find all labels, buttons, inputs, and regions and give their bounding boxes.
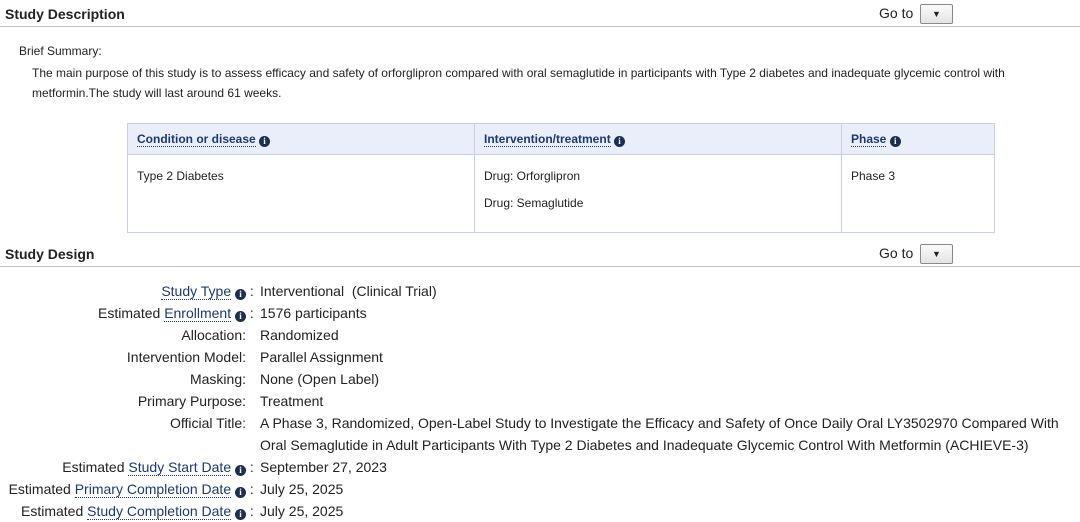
row-label: Estimated Primary Completion Date i	[0, 478, 246, 500]
conditions-table: Condition or disease i Intervention/trea…	[127, 123, 995, 233]
row-label: Masking:	[189, 371, 246, 387]
study-design-list: Study Type i : Interventional (Clinical …	[0, 280, 1080, 522]
row-value: July 25, 2025	[260, 481, 344, 497]
primary-completion-date-link[interactable]: Primary Completion Date	[74, 481, 232, 498]
design-row-official-title: Official Title: A Phase 3, Randomized, O…	[0, 412, 1080, 456]
study-start-date-link[interactable]: Study Start Date	[128, 459, 232, 476]
goto-label: Go to	[879, 5, 914, 21]
column-header-label[interactable]: Intervention/treatment	[484, 131, 611, 147]
row-value: Parallel Assignment	[260, 349, 383, 365]
study-type-link[interactable]: Study Type	[161, 283, 232, 300]
info-icon[interactable]: i	[235, 509, 246, 520]
table-row: Type 2 Diabetes Drug: Orforglipron Drug:…	[127, 154, 995, 233]
design-row-study-completion: Estimated Study Completion Date i : July…	[0, 500, 1080, 522]
row-value: Randomized	[260, 327, 339, 343]
info-icon[interactable]: i	[889, 135, 901, 147]
label-prefix: Estimated	[98, 305, 165, 321]
column-header-label[interactable]: Phase	[851, 131, 887, 147]
goto-dropdown-button[interactable]: ▼	[920, 244, 953, 264]
column-header-phase[interactable]: Phase i	[841, 123, 995, 155]
study-completion-date-link[interactable]: Study Completion Date	[87, 503, 232, 520]
row-value: A Phase 3, Randomized, Open-Label Study …	[260, 415, 1059, 453]
label-prefix: Estimated	[8, 481, 75, 497]
row-label: Primary Purpose:	[137, 393, 246, 409]
column-header-intervention[interactable]: Intervention/treatment i	[474, 123, 842, 155]
condition-cell: Type 2 Diabetes	[127, 154, 475, 233]
row-value: None (Open Label)	[260, 371, 380, 387]
design-row-masking: Masking: None (Open Label)	[0, 368, 1080, 390]
phase-cell: Phase 3	[841, 154, 995, 233]
design-row-primary-purpose: Primary Purpose: Treatment	[0, 390, 1080, 412]
label-prefix: Estimated	[21, 503, 88, 519]
section-title: Study Design	[5, 246, 95, 262]
info-icon[interactable]: i	[235, 289, 246, 300]
design-row-intervention-model: Intervention Model: Parallel Assignment	[0, 346, 1080, 368]
info-icon[interactable]: i	[235, 465, 246, 476]
info-icon[interactable]: i	[235, 311, 246, 322]
row-label: Estimated Study Completion Date i	[0, 500, 246, 522]
row-label: Intervention Model:	[126, 349, 246, 365]
intervention-value: Drug: Semaglutide	[484, 196, 584, 210]
info-icon[interactable]: i	[235, 487, 246, 498]
study-design-header: Study Design Go to ▼	[0, 240, 1080, 267]
row-label: Estimated Study Start Date i	[0, 456, 246, 478]
row-value: Interventional (Clinical Trial)	[260, 283, 437, 299]
intervention-cell: Drug: Orforglipron Drug: Semaglutide	[474, 154, 842, 233]
row-value: July 25, 2025	[260, 503, 344, 519]
brief-summary-label: Brief Summary:	[19, 44, 102, 58]
goto-dropdown-button[interactable]: ▼	[920, 4, 953, 24]
row-label: Official Title:	[170, 415, 246, 431]
phase-value: Phase 3	[851, 169, 896, 183]
info-icon[interactable]: i	[259, 135, 271, 147]
table-header-row: Condition or disease i Intervention/trea…	[127, 123, 995, 155]
study-description-header: Study Description Go to ▼	[0, 0, 1080, 27]
goto-label: Go to	[879, 245, 914, 261]
intervention-value: Drug: Orforglipron	[484, 169, 581, 183]
design-row-start-date: Estimated Study Start Date i : September…	[0, 456, 1080, 478]
design-row-primary-completion: Estimated Primary Completion Date i : Ju…	[0, 478, 1080, 500]
row-label: Allocation:	[181, 327, 246, 343]
design-row-study-type: Study Type i : Interventional (Clinical …	[0, 280, 1080, 302]
row-label: Study Type i	[0, 280, 246, 302]
enrollment-link[interactable]: Enrollment	[164, 305, 232, 322]
row-value: Treatment	[260, 393, 324, 409]
brief-summary-text: The main purpose of this study is to ass…	[32, 66, 1005, 100]
design-row-allocation: Allocation: Randomized	[0, 324, 1080, 346]
info-icon[interactable]: i	[614, 135, 626, 147]
condition-value: Type 2 Diabetes	[137, 169, 224, 183]
row-value: 1576 participants	[260, 305, 367, 321]
row-label: Estimated Enrollment i	[0, 302, 246, 324]
design-row-enrollment: Estimated Enrollment i : 1576 participan…	[0, 302, 1080, 324]
row-value: September 27, 2023	[260, 459, 387, 475]
column-header-label[interactable]: Condition or disease	[137, 131, 256, 147]
section-title: Study Description	[5, 6, 125, 22]
column-header-condition[interactable]: Condition or disease i	[127, 123, 475, 155]
label-prefix: Estimated	[62, 459, 129, 475]
